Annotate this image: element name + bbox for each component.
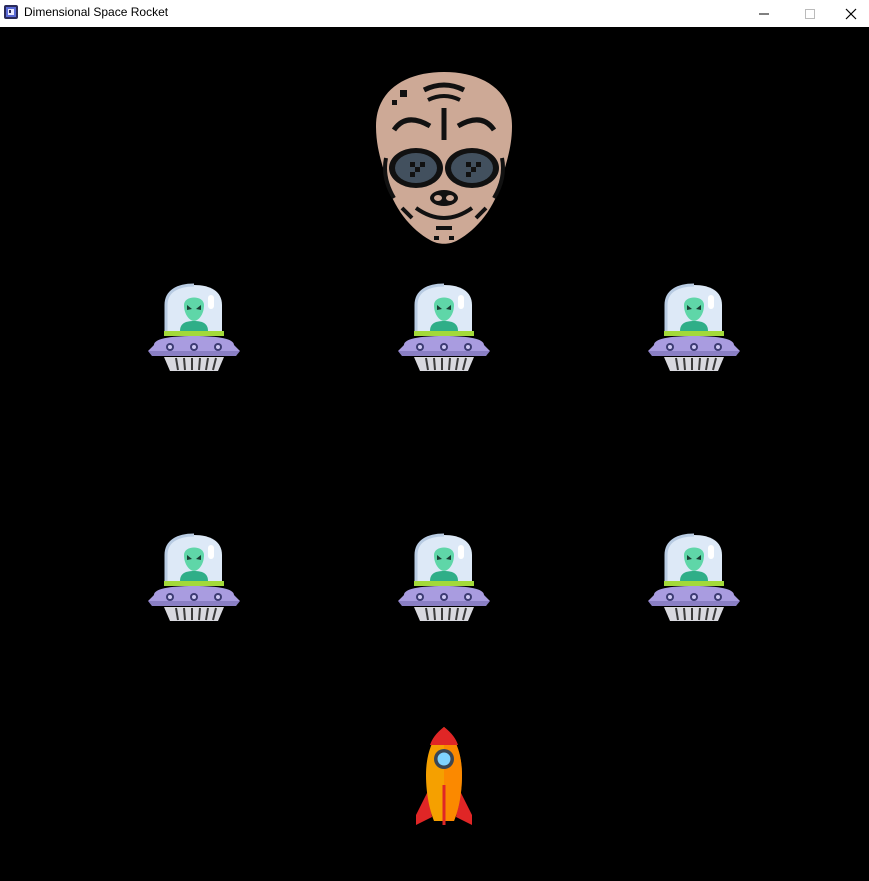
- minimize-button[interactable]: [741, 0, 787, 27]
- game-window: Dimensional Space Rocket: [0, 0, 869, 881]
- ufo-icon: [646, 283, 742, 373]
- minimize-icon: [759, 13, 769, 14]
- title-bar[interactable]: Dimensional Space Rocket: [0, 0, 869, 27]
- close-icon: [845, 8, 856, 19]
- alien-head-icon: [376, 72, 512, 244]
- rocket-icon: [416, 727, 472, 825]
- ufo-icon: [146, 533, 242, 623]
- pygame-icon: [4, 5, 18, 19]
- window-title: Dimensional Space Rocket: [24, 5, 169, 19]
- ufo-icon: [146, 283, 242, 373]
- ufo-icon: [396, 533, 492, 623]
- maximize-icon: [805, 8, 815, 19]
- maximize-button[interactable]: [787, 0, 833, 27]
- ufo-icon: [396, 283, 492, 373]
- game-canvas[interactable]: [0, 27, 869, 881]
- ufo-icon: [646, 533, 742, 623]
- close-button[interactable]: [832, 0, 869, 27]
